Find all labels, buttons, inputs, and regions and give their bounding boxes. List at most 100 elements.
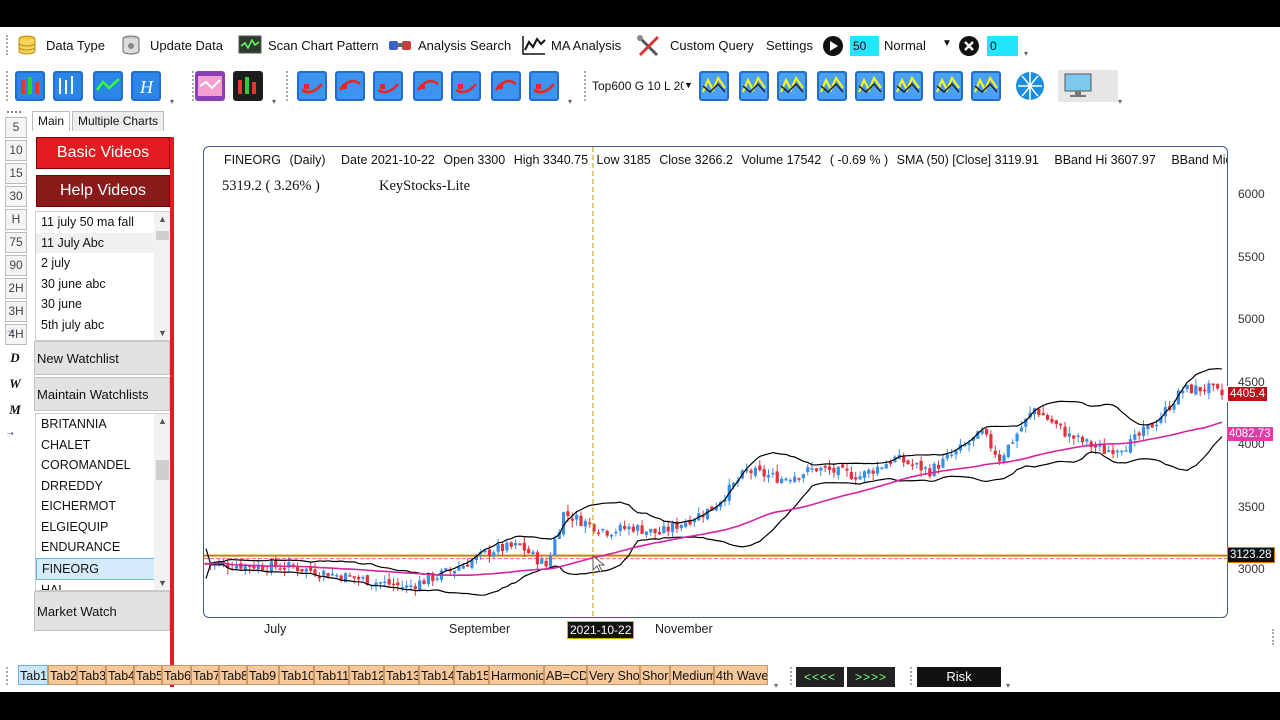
menu-data-type[interactable]: Data Type	[16, 35, 105, 55]
timeframe-button[interactable]: H	[5, 209, 27, 230]
toolbar-overflow-icon[interactable]: ▾	[272, 97, 276, 106]
risk-overflow-icon[interactable]: ▾	[1006, 681, 1010, 690]
toolbar-grip[interactable]	[6, 71, 11, 101]
chart-tool-icon[interactable]	[232, 70, 264, 102]
bottom-tab[interactable]: Tab14	[419, 665, 454, 685]
period-button[interactable]: W	[5, 371, 25, 397]
chevron-down-icon[interactable]: ▼	[942, 38, 952, 49]
timeframe-button[interactable]: 5	[5, 117, 27, 138]
menu-scan-chart-pattern[interactable]: Scan Chart Pattern	[238, 35, 379, 55]
bottom-tab[interactable]: Tab7	[191, 665, 219, 685]
panel-splitter[interactable]	[170, 137, 174, 687]
watchlist-item[interactable]: ELGIEQUIP	[36, 517, 171, 538]
chart-tool-icon[interactable]	[194, 70, 226, 102]
watchlist-scrollbar[interactable]: ▲ ▼	[154, 414, 171, 590]
chevron-down-icon[interactable]: ▼	[684, 80, 693, 90]
bottom-tab[interactable]: AB=CD	[544, 665, 587, 685]
next-symbol-button[interactable]: >>>>	[847, 667, 895, 687]
chart-tool-icon[interactable]	[854, 70, 886, 102]
timeframe-button[interactable]: 3H	[5, 301, 27, 322]
bottom-tab[interactable]: 4th Wave	[714, 665, 768, 685]
timeframe-button[interactable]: 90	[5, 255, 27, 276]
help-videos-button[interactable]: Help Videos	[36, 175, 170, 207]
bottom-tab[interactable]: Harmonic	[489, 665, 544, 685]
period-button[interactable]: M	[5, 397, 25, 423]
bottom-tab[interactable]: Tab4	[106, 665, 134, 685]
bottom-tab[interactable]: Tab12	[349, 665, 384, 685]
chart-tool-icon[interactable]	[14, 70, 46, 102]
bottom-tab[interactable]: Tab6	[162, 665, 191, 685]
bottom-tab[interactable]: Tab11	[314, 665, 349, 685]
close-icon[interactable]	[958, 35, 980, 57]
bottom-tab[interactable]: Tab10	[279, 665, 314, 685]
play-icon[interactable]	[822, 35, 844, 57]
watchlist-item[interactable]: FINEORG	[36, 557, 171, 580]
bottom-tab[interactable]: Medium	[670, 665, 714, 685]
chart-area[interactable]: FINEORG (Daily) Date 2021-10-22 Open 330…	[203, 146, 1228, 618]
menu-settings[interactable]: Settings	[766, 35, 813, 55]
counter-field[interactable]: 0	[987, 36, 1018, 56]
toolbar-overflow-icon[interactable]: ▾	[568, 97, 572, 106]
bottom-tab[interactable]: Tab5	[134, 665, 162, 685]
scan-selector[interactable]: Top600 G 10 L 20	[592, 79, 684, 93]
saved-list-scrollbar[interactable]: ▲ ▼	[154, 212, 171, 340]
timeframe-button[interactable]: 15	[5, 163, 27, 184]
tabs-overflow-icon[interactable]: ▾	[774, 681, 778, 690]
bottom-tab[interactable]: Tab2	[48, 665, 77, 685]
chart-tool-icon[interactable]	[334, 70, 366, 102]
chart-tool-icon[interactable]	[372, 70, 404, 102]
resize-grip[interactable]	[1272, 629, 1280, 645]
chart-tool-icon[interactable]	[932, 70, 964, 102]
menu-update-data[interactable]: Update Data	[120, 35, 223, 55]
watchlist-item[interactable]: EICHERMOT	[36, 496, 171, 517]
menu-ma-analysis[interactable]: MA Analysis	[521, 35, 621, 55]
chart-tool-icon[interactable]: H	[130, 70, 162, 102]
strip-grip[interactable]	[7, 111, 21, 113]
watchlist-item[interactable]: CHALET	[36, 435, 171, 456]
chart-tool-icon[interactable]	[52, 70, 84, 102]
timeframe-button[interactable]: 2H	[5, 278, 27, 299]
chart-tool-icon[interactable]	[776, 70, 808, 102]
toolbar-grip[interactable]	[286, 71, 291, 101]
bottom-tab[interactable]: Tab1	[18, 665, 48, 685]
maintain-watchlists-button[interactable]: Maintain Watchlists	[34, 377, 170, 411]
saved-item[interactable]: 11 july 50 ma fall	[36, 212, 171, 233]
watchlist-item[interactable]: COROMANDEL	[36, 455, 171, 476]
globe-icon[interactable]	[1014, 70, 1046, 102]
chart-tool-icon[interactable]	[490, 70, 522, 102]
market-watch-button[interactable]: Market Watch	[34, 591, 170, 631]
saved-item[interactable]: 30 june abc	[36, 274, 171, 295]
chart-tool-icon[interactable]	[698, 70, 730, 102]
menu-custom-query[interactable]: Custom Query	[636, 35, 754, 57]
chart-tool-icon[interactable]	[970, 70, 1002, 102]
price-chart-svg[interactable]	[204, 147, 1227, 617]
period-button[interactable]: D	[5, 345, 25, 371]
saved-item[interactable]: 30 june	[36, 294, 171, 315]
saved-item[interactable]: 11 July Abc	[36, 232, 171, 253]
chart-tool-icon[interactable]	[92, 70, 124, 102]
chart-tool-icon[interactable]	[738, 70, 770, 102]
watchlist-item[interactable]: HAL	[36, 580, 171, 590]
basic-videos-button[interactable]: Basic Videos	[36, 137, 170, 169]
chart-tool-icon[interactable]	[892, 70, 924, 102]
saved-item[interactable]: 5th july abc	[36, 315, 171, 336]
watchlist-item[interactable]: ENDURANCE	[36, 537, 171, 558]
bottom-tab[interactable]: Tab15	[454, 665, 489, 685]
bottom-tab[interactable]: Tab13	[384, 665, 419, 685]
chart-tool-icon[interactable]	[296, 70, 328, 102]
prev-symbol-button[interactable]: <<<<	[796, 667, 844, 687]
bottom-tab[interactable]: Tab8	[219, 665, 247, 685]
tab-multiple-charts[interactable]: Multiple Charts	[72, 111, 165, 131]
menu-overflow-icon[interactable]: ▾	[1024, 49, 1028, 58]
menu-analysis-search[interactable]: Analysis Search	[388, 35, 511, 55]
bottom-tab[interactable]: Shor	[640, 665, 670, 685]
toolbar-grip[interactable]	[584, 71, 589, 101]
nav-grip[interactable]	[790, 667, 795, 685]
chart-tool-icon[interactable]	[816, 70, 848, 102]
timeframe-button[interactable]: 30	[5, 186, 27, 207]
chart-tool-icon[interactable]	[412, 70, 444, 102]
tab-main[interactable]: Main	[32, 111, 71, 131]
strip-arrow-icon[interactable]: ⇢	[7, 429, 14, 438]
new-watchlist-button[interactable]: New Watchlist	[34, 341, 170, 375]
chart-tool-icon[interactable]	[450, 70, 482, 102]
